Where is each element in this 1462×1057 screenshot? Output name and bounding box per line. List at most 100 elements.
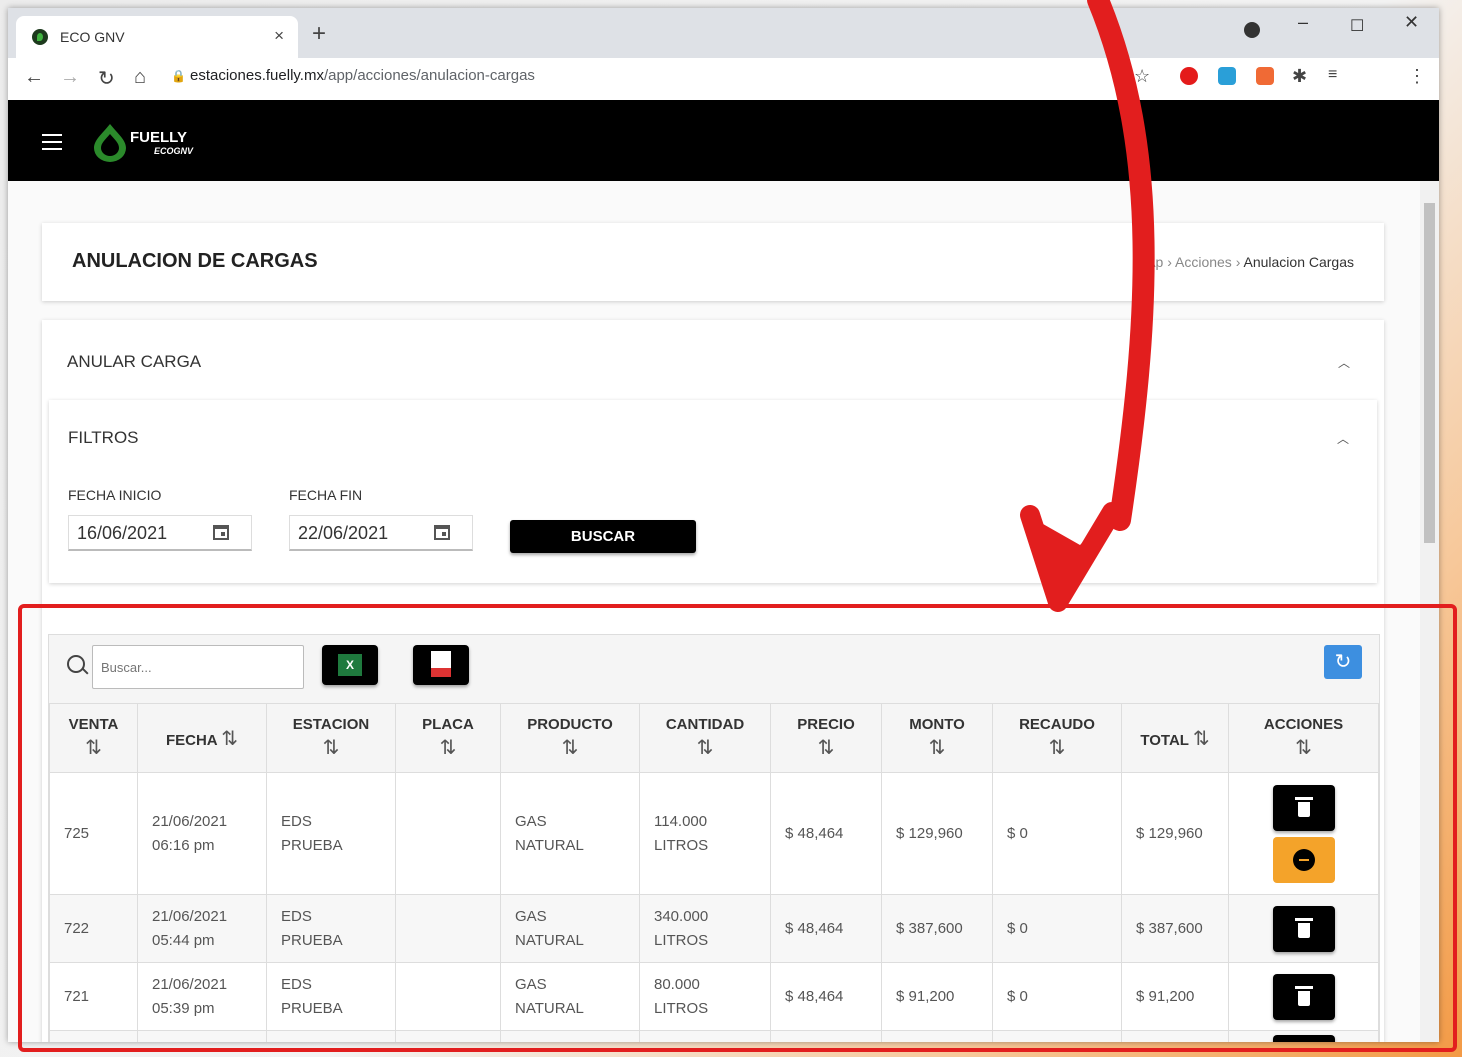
- precio-cell: $ 48,464: [770, 894, 882, 963]
- acciones-cell: [1228, 1030, 1379, 1042]
- fecha-fin-input[interactable]: 22/06/2021: [289, 515, 473, 551]
- acciones-cell: [1228, 772, 1379, 895]
- app-header: FUELLY ECOGNV: [8, 100, 1439, 181]
- tab-bar: ECO GNV × + – ☐ ✕: [8, 8, 1439, 58]
- export-excel-button[interactable]: X: [322, 645, 378, 685]
- breadcrumb-item[interactable]: Acciones: [1175, 254, 1232, 270]
- fecha-fin-value: 22/06/2021: [298, 523, 389, 543]
- page-title: ANULACION DE CARGAS: [72, 250, 318, 272]
- delete-button[interactable]: [1272, 973, 1335, 1020]
- hamburger-menu-icon[interactable]: [42, 134, 62, 155]
- home-icon[interactable]: ⌂: [134, 66, 146, 89]
- back-icon[interactable]: ←: [24, 66, 44, 89]
- column-header[interactable]: VENTA ⇅: [49, 703, 138, 773]
- sort-icon[interactable]: ⇅: [507, 735, 633, 760]
- sort-icon[interactable]: ⇅: [402, 735, 494, 760]
- browser-tab[interactable]: ECO GNV ×: [16, 16, 298, 58]
- sort-icon[interactable]: ⇅: [777, 735, 875, 760]
- column-header[interactable]: PRODUCTO ⇅: [500, 703, 640, 773]
- address-bar[interactable]: estaciones.fuelly.mx/app/acciones/anulac…: [190, 67, 535, 84]
- fecha-inicio-input[interactable]: 16/06/2021: [68, 515, 252, 551]
- sort-icon[interactable]: ⇅: [221, 728, 238, 750]
- delete-button[interactable]: [1272, 784, 1335, 831]
- column-header[interactable]: TOTAL ⇅: [1121, 703, 1229, 773]
- anular-button[interactable]: [1272, 836, 1335, 883]
- breadcrumb-item[interactable]: Ap: [1146, 254, 1163, 270]
- placa-cell: [395, 962, 501, 1031]
- panel-title: ANULAR CARGA: [67, 352, 202, 371]
- lock-icon: 🔒: [171, 69, 186, 83]
- sort-icon[interactable]: ⇅: [1235, 735, 1372, 760]
- new-tab-button[interactable]: +: [312, 20, 326, 48]
- table-row: 721 21/06/2021 05:39 pm EDS PRUEBA GAS NATU…: [49, 962, 1379, 1031]
- excel-icon: X: [338, 654, 362, 676]
- menu-dots-icon[interactable]: ⋮: [1408, 66, 1426, 87]
- forward-icon[interactable]: →: [60, 66, 80, 89]
- reading-list-icon[interactable]: ≡: [1328, 66, 1337, 84]
- total-cell: $ 129,960: [1121, 772, 1229, 895]
- breadcrumb: Ap › Acciones › Anulacion Cargas: [1146, 254, 1354, 270]
- monto-cell: [881, 1030, 993, 1042]
- puzzle-extensions-icon[interactable]: ✱: [1292, 66, 1307, 87]
- delete-button[interactable]: [1272, 905, 1335, 952]
- placa-cell: [395, 772, 501, 895]
- opera-extension-icon[interactable]: [1180, 67, 1198, 85]
- fecha-cell: 21/06/2021: [137, 1030, 267, 1042]
- bookmark-star-icon[interactable]: ☆: [1134, 66, 1150, 87]
- fecha-fin-label: FECHA FIN: [289, 487, 363, 503]
- collapse-chevron-icon[interactable]: ︿: [1338, 354, 1350, 371]
- chevron-right-icon: ›: [1167, 254, 1175, 270]
- sort-icon[interactable]: ⇅: [646, 735, 764, 760]
- page-scrollbar[interactable]: [1420, 181, 1439, 1042]
- monto-cell: $ 91,200: [881, 962, 993, 1031]
- search-input[interactable]: [92, 645, 304, 689]
- estacion-cell: EDS PRUEBA: [266, 962, 396, 1031]
- sort-icon[interactable]: ⇅: [888, 735, 986, 760]
- cantidad-cell: 114.000 LITROS: [639, 772, 771, 895]
- column-header[interactable]: FECHA ⇅: [137, 703, 267, 773]
- column-header[interactable]: PLACA ⇅: [395, 703, 501, 773]
- sort-icon[interactable]: ⇅: [56, 735, 131, 760]
- column-header[interactable]: RECAUDO ⇅: [992, 703, 1122, 773]
- calendar-icon[interactable]: [213, 525, 229, 540]
- browser-window: ECO GNV × + – ☐ ✕ ← → ↻ ⌂ 🔒 estaciones.f…: [8, 8, 1439, 1042]
- fecha-cell: 21/06/2021 05:44 pm: [137, 894, 267, 963]
- maximize-button[interactable]: ☐: [1350, 16, 1364, 36]
- sort-icon[interactable]: ⇅: [1193, 728, 1210, 750]
- close-window-button[interactable]: ✕: [1404, 12, 1419, 33]
- collapse-chevron-icon[interactable]: ︿: [1337, 430, 1349, 447]
- calendar-icon[interactable]: [434, 525, 450, 540]
- profile-icon[interactable]: [1244, 22, 1260, 38]
- column-header[interactable]: PRECIO ⇅: [770, 703, 882, 773]
- estacion-cell: EDS: [266, 1030, 396, 1042]
- minimize-button[interactable]: –: [1298, 12, 1308, 33]
- column-header[interactable]: CANTIDAD ⇅: [639, 703, 771, 773]
- results-grid: X ↻ VENTA⇅ FECHA ⇅ ESTACION⇅ PLACA⇅ PROD…: [48, 634, 1380, 1042]
- cargas-table: VENTA ⇅ FECHA ⇅ ESTACION ⇅ PLACA ⇅ PRODUCTO…: [49, 703, 1379, 1042]
- tab-close-icon[interactable]: ×: [274, 26, 284, 46]
- export-pdf-button[interactable]: [413, 645, 469, 685]
- venta-cell: 725: [49, 772, 138, 895]
- estacion-cell: EDS PRUEBA: [266, 894, 396, 963]
- buscar-button[interactable]: BUSCAR: [510, 520, 696, 553]
- sort-icon[interactable]: ⇅: [273, 735, 389, 760]
- url-host: estaciones.fuelly.mx: [190, 67, 324, 84]
- reload-icon[interactable]: ↻: [98, 66, 115, 91]
- extension-icon[interactable]: [1218, 67, 1236, 85]
- column-header[interactable]: MONTO ⇅: [881, 703, 993, 773]
- delete-button[interactable]: [1272, 1035, 1335, 1042]
- producto-cell: GAS NATURAL: [500, 894, 640, 963]
- producto-cell: GAS: [500, 1030, 640, 1042]
- placa-cell: [395, 1030, 501, 1042]
- search-icon: [67, 655, 85, 673]
- column-header: ACCIONES ⇅: [1228, 703, 1379, 773]
- column-header[interactable]: ESTACION ⇅: [266, 703, 396, 773]
- table-row: 725 21/06/2021 06:16 pm EDS PRUEBA GAS NATU…: [49, 772, 1379, 895]
- logo-text: FUELLY: [130, 129, 187, 146]
- scrollbar-thumb[interactable]: [1424, 203, 1435, 543]
- sort-icon[interactable]: ⇅: [999, 735, 1115, 760]
- refresh-button[interactable]: ↻: [1324, 645, 1362, 679]
- fecha-cell: 21/06/2021 05:39 pm: [137, 962, 267, 1031]
- extension-icon[interactable]: [1256, 67, 1274, 85]
- acciones-cell: [1228, 962, 1379, 1031]
